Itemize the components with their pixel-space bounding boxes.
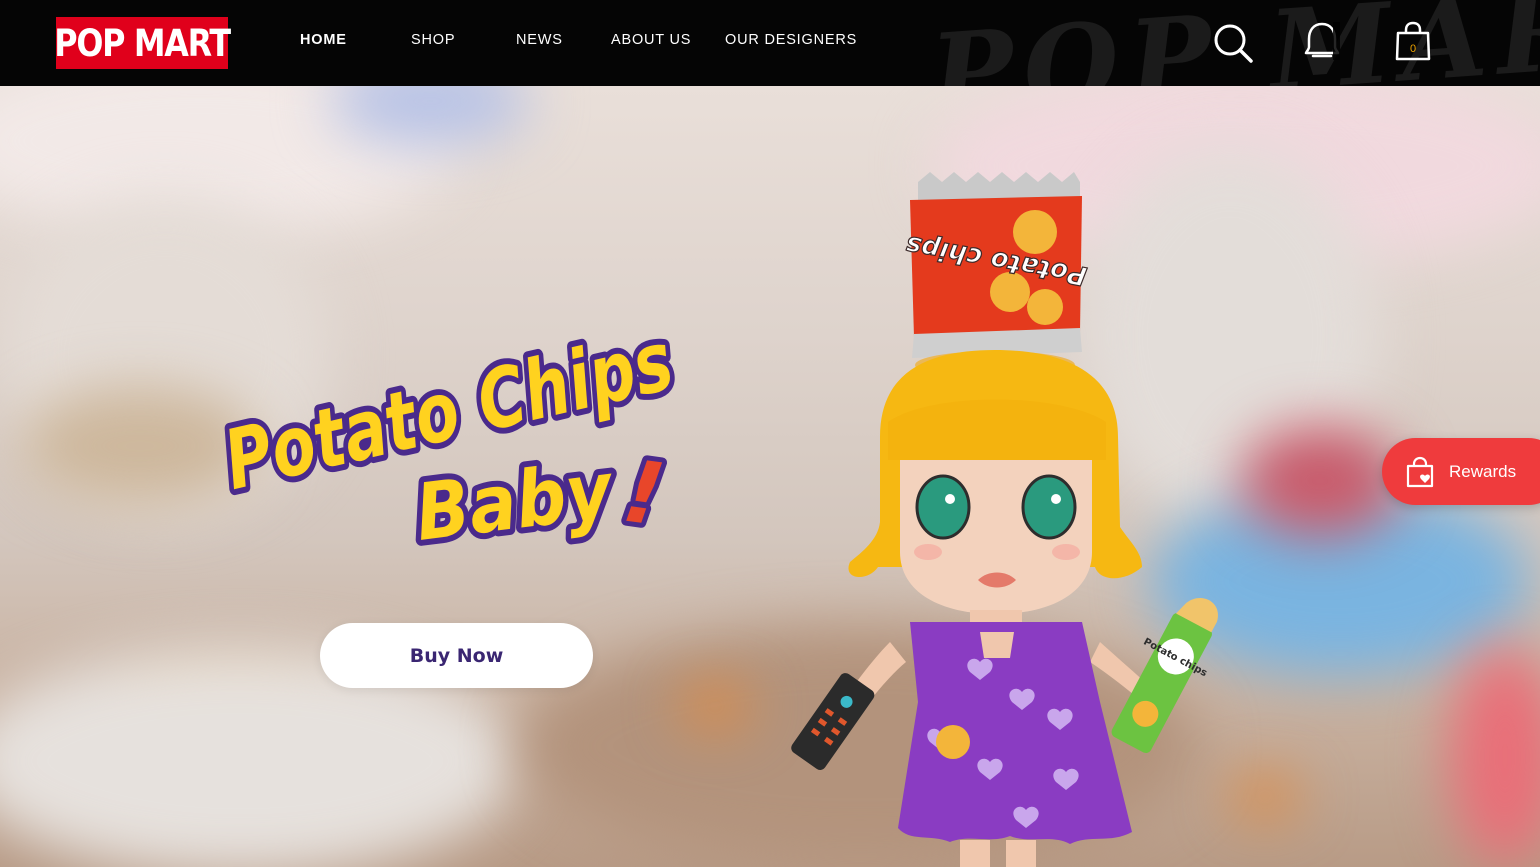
nav-shop[interactable]: SHOP <box>411 32 455 48</box>
cart-icon[interactable]: 0 <box>1394 21 1432 63</box>
pop-mart-logo[interactable]: POP MART <box>54 17 231 69</box>
nav-about-us[interactable]: ABOUT US <box>611 32 691 48</box>
rewards-label: Rewards <box>1449 461 1517 481</box>
dress-chip <box>936 725 970 759</box>
site-header: POP MART POP MART HOME SHOP NEWS ABOUT U… <box>0 0 1540 86</box>
hero-banner: Potato Chips Baby ! Buy Now Potato chips <box>0 86 1540 867</box>
hero-headline: Potato Chips Baby ! <box>210 322 688 562</box>
chip-bag: Potato chips <box>903 172 1090 358</box>
search-icon[interactable] <box>1212 22 1254 64</box>
rewards-button[interactable]: Rewards <box>1382 438 1540 505</box>
background-blur <box>1450 646 1540 866</box>
headline-line-2: Baby <box>411 445 619 559</box>
hair-bangs <box>888 399 1106 460</box>
buy-now-button[interactable]: Buy Now <box>320 623 593 688</box>
left-eye <box>915 474 971 540</box>
right-eye <box>1021 474 1077 540</box>
nav-news[interactable]: NEWS <box>516 32 563 48</box>
nav-our-designers[interactable]: OUR DESIGNERS <box>725 32 857 48</box>
chip-crumb <box>680 686 750 726</box>
cart-count: 0 <box>1410 43 1416 55</box>
molly-figure-illustration: Potato chips Potato chips <box>791 172 1218 867</box>
account-icon[interactable] <box>1303 20 1341 62</box>
headline-exclamation: ! <box>617 442 670 546</box>
logo-text: POP MART <box>54 21 231 65</box>
tv-remote <box>791 673 875 770</box>
shopping-bag-heart-icon <box>1406 456 1434 487</box>
nav-home[interactable]: HOME <box>300 32 347 48</box>
